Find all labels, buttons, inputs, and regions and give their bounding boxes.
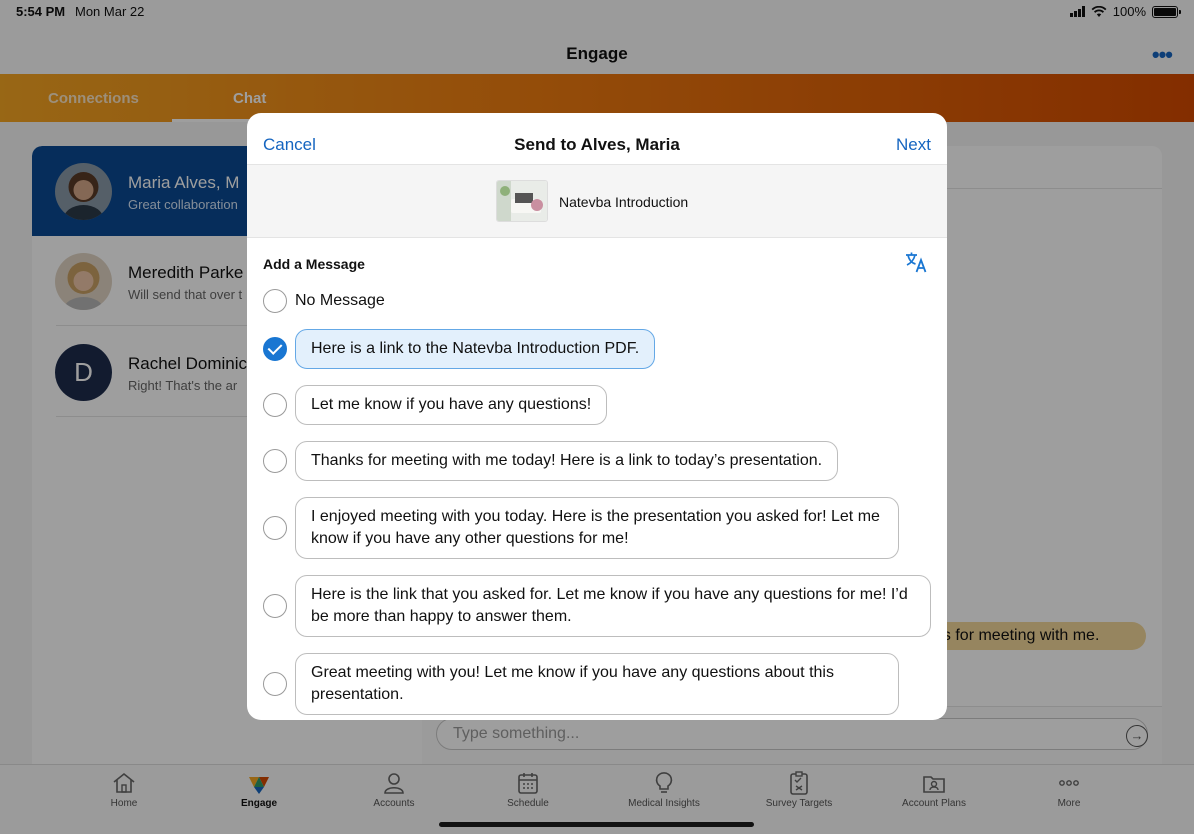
- message-option[interactable]: I enjoyed meeting with you today. Here i…: [295, 497, 899, 559]
- radio-message-2[interactable]: [263, 393, 287, 417]
- radio-message-1[interactable]: [263, 337, 287, 361]
- radio-message-4[interactable]: [263, 516, 287, 540]
- cancel-button[interactable]: Cancel: [263, 135, 316, 155]
- add-message-label: Add a Message: [263, 256, 365, 272]
- modal-header: Cancel Send to Alves, Maria Next: [247, 113, 947, 165]
- radio-message-3[interactable]: [263, 449, 287, 473]
- send-modal: Cancel Send to Alves, Maria Next Natevba…: [247, 113, 947, 720]
- home-indicator[interactable]: [439, 822, 754, 827]
- no-message-label: No Message: [295, 292, 385, 309]
- message-option[interactable]: Here is a link to the Natevba Introducti…: [295, 329, 656, 369]
- message-option[interactable]: Here is the link that you asked for. Let…: [295, 575, 931, 637]
- attachment-name: Natevba Introduction: [559, 194, 689, 210]
- radio-message-5[interactable]: [263, 594, 287, 618]
- attachment-row: Natevba Introduction: [247, 165, 947, 238]
- next-button[interactable]: Next: [896, 135, 931, 155]
- modal-title: Send to Alves, Maria: [514, 135, 680, 154]
- radio-no-message[interactable]: [263, 289, 287, 313]
- radio-message-6[interactable]: [263, 672, 287, 696]
- message-option[interactable]: Great meeting with you! Let me know if y…: [295, 653, 899, 715]
- message-option[interactable]: Thanks for meeting with me today! Here i…: [295, 441, 839, 481]
- message-option[interactable]: Let me know if you have any questions!: [295, 385, 608, 425]
- attachment-thumbnail: [496, 180, 548, 222]
- translate-icon[interactable]: [904, 250, 928, 274]
